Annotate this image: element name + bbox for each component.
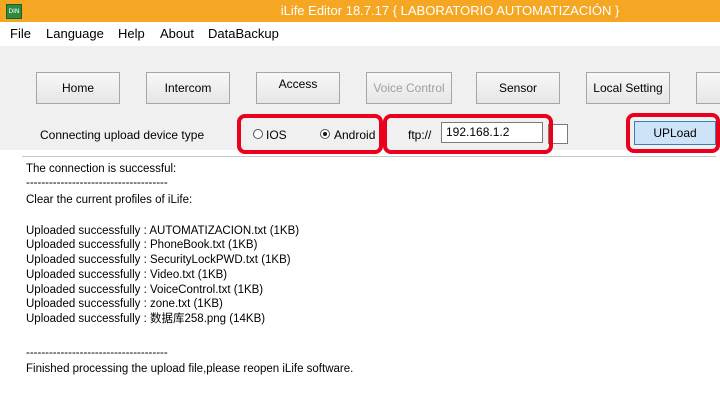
log-line: Uploaded successfully : PhoneBook.txt (1… bbox=[26, 239, 258, 251]
menu-bar: File Language Help About DataBackup bbox=[0, 22, 720, 46]
log-line: Uploaded successfully : SecurityLockPWD.… bbox=[26, 254, 291, 266]
log-separator: ------------------------------------- bbox=[26, 347, 168, 359]
window-title: iLife Editor 18.7.17 { LABORATORIO AUTOM… bbox=[280, 3, 620, 18]
log-line: Clear the current profiles of iLife: bbox=[26, 194, 193, 206]
highlight-upload-button bbox=[626, 113, 720, 153]
device-type-label: Connecting upload device type bbox=[40, 128, 205, 142]
highlight-device-type bbox=[237, 114, 383, 154]
menu-help[interactable]: Help bbox=[118, 22, 145, 46]
log-line: Uploaded successfully : VoiceControl.txt… bbox=[26, 284, 264, 296]
upload-log: The connection is successful: ----------… bbox=[22, 156, 716, 388]
log-line: Uploaded successfully : Video.txt (1KB) bbox=[26, 269, 228, 281]
log-line: Uploaded successfully : AUTOMATIZACION.t… bbox=[26, 225, 300, 237]
access-button[interactable]: Access bbox=[256, 72, 340, 104]
highlight-ftp-address bbox=[383, 114, 553, 154]
menu-file[interactable]: File bbox=[10, 22, 31, 46]
voice-control-button: Voice Control bbox=[366, 72, 452, 104]
menu-databackup[interactable]: DataBackup bbox=[208, 22, 279, 46]
home-button[interactable]: Home bbox=[36, 72, 120, 104]
more-button[interactable] bbox=[696, 72, 720, 104]
log-line: Uploaded successfully : 数据库258.png (14KB… bbox=[26, 313, 266, 325]
intercom-button[interactable]: Intercom bbox=[146, 72, 230, 104]
toolbar: Home Intercom Access Voice Control Senso… bbox=[0, 46, 720, 118]
app-window: DIN iLife Editor 18.7.17 { LABORATORIO A… bbox=[0, 0, 720, 394]
menu-language[interactable]: Language bbox=[46, 22, 104, 46]
title-bar[interactable]: DIN iLife Editor 18.7.17 { LABORATORIO A… bbox=[0, 0, 720, 22]
log-line: Uploaded successfully : zone.txt (1KB) bbox=[26, 298, 223, 310]
menu-about[interactable]: About bbox=[160, 22, 194, 46]
log-line: Finished processing the upload file,plea… bbox=[26, 363, 354, 375]
local-setting-button[interactable]: Local Setting bbox=[586, 72, 670, 104]
sensor-button[interactable]: Sensor bbox=[476, 72, 560, 104]
log-separator: ------------------------------------- bbox=[26, 177, 168, 189]
log-line: The connection is successful: bbox=[26, 163, 177, 175]
